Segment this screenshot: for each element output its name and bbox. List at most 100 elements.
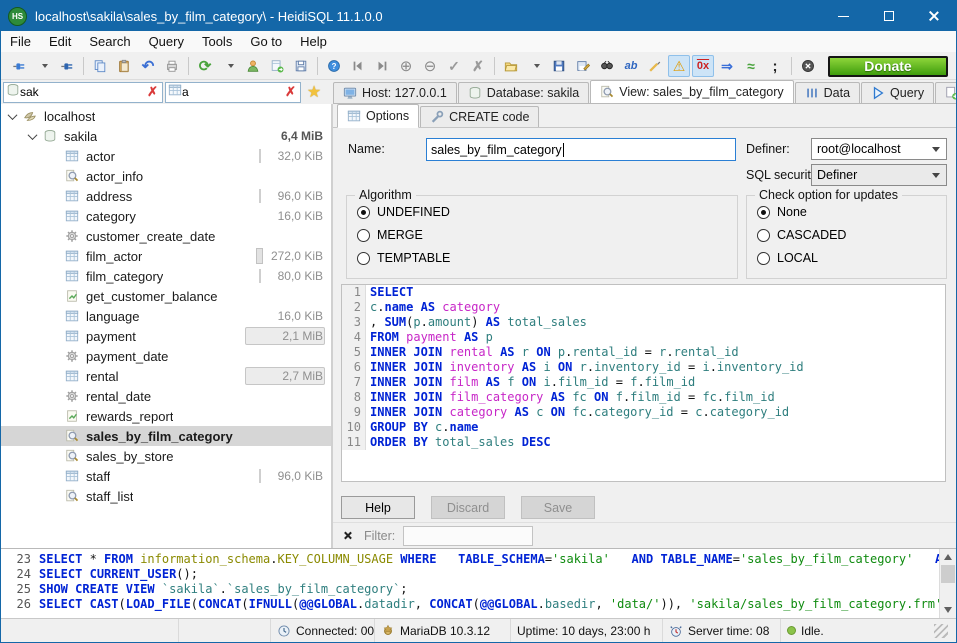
radio-cascaded[interactable]: CASCADED	[757, 228, 946, 242]
tree-item-film_category[interactable]: film_category80,0 KiB	[1, 266, 331, 286]
open-file-icon[interactable]	[500, 55, 522, 77]
radio-button[interactable]	[757, 206, 770, 219]
menu-item-go-to[interactable]: Go to	[241, 32, 291, 51]
clear-table-filter-button[interactable]: ✗	[283, 84, 298, 100]
dropdown-caret-icon[interactable]	[524, 55, 546, 77]
log-scrollbar[interactable]	[939, 549, 956, 618]
save-snippet-icon[interactable]	[290, 55, 312, 77]
disconnect-icon[interactable]	[56, 55, 78, 77]
radio-button[interactable]	[357, 206, 370, 219]
save-button[interactable]: Save	[521, 496, 595, 519]
sql-security-select[interactable]: Definer	[811, 164, 947, 186]
subtab-create-code[interactable]: CREATE code	[420, 106, 539, 127]
chevron-down-icon[interactable]	[8, 110, 18, 120]
sql-log[interactable]: 23SELECT * FROM information_schema.KEY_C…	[1, 548, 956, 618]
reformat-icon[interactable]: ≈	[740, 55, 762, 77]
tree-item-actor_info[interactable]: actor_info	[1, 166, 331, 186]
tree-item-rental_date[interactable]: rental_date	[1, 386, 331, 406]
radio-button[interactable]	[757, 229, 770, 242]
table-filter-input[interactable]	[182, 85, 283, 99]
replace-icon[interactable]: ab	[620, 55, 642, 77]
favorites-star-icon[interactable]: ★	[301, 81, 327, 103]
tab-query[interactable]: Query	[861, 82, 934, 103]
tab-host-127-0-0-1[interactable]: Host: 127.0.0.1	[333, 82, 457, 103]
close-button[interactable]	[911, 1, 956, 31]
tree-item-sales_by_film_category[interactable]: sales_by_film_category	[1, 426, 331, 446]
discard-button[interactable]: Discard	[431, 496, 505, 519]
scroll-up-icon[interactable]	[944, 554, 952, 560]
export-database-icon[interactable]	[266, 55, 288, 77]
help-button[interactable]: Help	[341, 496, 415, 519]
scroll-thumb[interactable]	[941, 565, 955, 583]
subtab-options[interactable]: Options	[337, 104, 419, 128]
radio-merge[interactable]: MERGE	[357, 228, 737, 242]
refresh-icon[interactable]: ⟳	[194, 55, 216, 77]
hex-toggle-icon[interactable]: 0x	[692, 55, 714, 77]
maximize-button[interactable]	[866, 1, 911, 31]
semicolon-icon[interactable]: ;	[764, 55, 786, 77]
sql-editor[interactable]: 1SELECT2c.name AS category3, SUM(p.amoun…	[341, 284, 946, 482]
undo-icon[interactable]: ↶	[137, 55, 159, 77]
tree-item-rewards_report[interactable]: rewards_report	[1, 406, 331, 426]
menu-item-help[interactable]: Help	[291, 32, 336, 51]
database-tree[interactable]: localhostsakila6,4 MiBactor32,0 KiBactor…	[1, 104, 333, 548]
row-delete-icon[interactable]: ⊖	[419, 55, 441, 77]
tree-item-get_customer_balance[interactable]: get_customer_balance	[1, 286, 331, 306]
warning-toggle-icon[interactable]: ⚠	[668, 55, 690, 77]
view-name-input[interactable]: sales_by_film_category	[426, 138, 736, 161]
tab-database-sakila[interactable]: Database: sakila	[458, 82, 589, 103]
title-bar[interactable]: HS localhost\sakila\sales_by_film_catego…	[1, 1, 956, 31]
format-code-icon[interactable]	[644, 55, 666, 77]
save-as-icon[interactable]	[572, 55, 594, 77]
tree-item-localhost[interactable]: localhost	[1, 106, 331, 126]
menu-item-edit[interactable]: Edit	[40, 32, 80, 51]
tree-item-payment[interactable]: payment2,1 MiB	[1, 326, 331, 346]
goto-icon[interactable]: ⇒	[716, 55, 738, 77]
database-filter-input[interactable]	[20, 85, 145, 99]
find-icon[interactable]	[596, 55, 618, 77]
save-icon[interactable]	[548, 55, 570, 77]
tree-item-sakila[interactable]: sakila6,4 MiB	[1, 126, 331, 146]
nav-last-icon[interactable]	[371, 55, 393, 77]
tree-item-language[interactable]: language16,0 KiB	[1, 306, 331, 326]
menu-item-query[interactable]: Query	[140, 32, 193, 51]
radio-local[interactable]: LOCAL	[757, 251, 946, 265]
donate-button[interactable]: Donate	[828, 56, 948, 77]
menu-item-search[interactable]: Search	[80, 32, 139, 51]
tree-item-staff_list[interactable]: staff_list	[1, 486, 331, 506]
session-manager-icon[interactable]	[8, 55, 30, 77]
tab-view-sales-by-film-category[interactable]: View: sales_by_film_category	[590, 80, 793, 104]
tree-item-rental[interactable]: rental2,7 MiB	[1, 366, 331, 386]
help-icon[interactable]: ?	[323, 55, 345, 77]
post-edit-icon[interactable]: ✓	[443, 55, 465, 77]
filter-input[interactable]	[403, 526, 533, 546]
copy-icon[interactable]	[89, 55, 111, 77]
minimize-button[interactable]	[821, 1, 866, 31]
scroll-down-icon[interactable]	[944, 607, 952, 613]
tree-item-address[interactable]: address96,0 KiB	[1, 186, 331, 206]
radio-button[interactable]	[357, 252, 370, 265]
dropdown-caret-icon[interactable]	[32, 55, 54, 77]
menu-item-file[interactable]: File	[1, 32, 40, 51]
print-icon[interactable]	[161, 55, 183, 77]
tree-item-staff[interactable]: staff96,0 KiB	[1, 466, 331, 486]
clear-database-filter-button[interactable]: ✗	[145, 84, 160, 100]
dropdown-caret-icon[interactable]	[218, 55, 240, 77]
tree-item-sales_by_store[interactable]: sales_by_store	[1, 446, 331, 466]
radio-temptable[interactable]: TEMPTABLE	[357, 251, 737, 265]
tab-new[interactable]	[935, 82, 956, 103]
close-filter-icon[interactable]	[343, 531, 352, 540]
chevron-down-icon[interactable]	[28, 130, 38, 140]
tab-data[interactable]: Data	[795, 82, 860, 103]
tree-item-payment_date[interactable]: payment_date	[1, 346, 331, 366]
nav-first-icon[interactable]	[347, 55, 369, 77]
menu-item-tools[interactable]: Tools	[193, 32, 241, 51]
tree-item-category[interactable]: category16,0 KiB	[1, 206, 331, 226]
radio-none[interactable]: None	[757, 205, 946, 219]
user-manager-icon[interactable]	[242, 55, 264, 77]
row-insert-icon[interactable]: ⊕	[395, 55, 417, 77]
radio-button[interactable]	[357, 229, 370, 242]
tree-item-film_actor[interactable]: film_actor272,0 KiB	[1, 246, 331, 266]
definer-select[interactable]: root@localhost	[811, 138, 947, 160]
paste-icon[interactable]	[113, 55, 135, 77]
